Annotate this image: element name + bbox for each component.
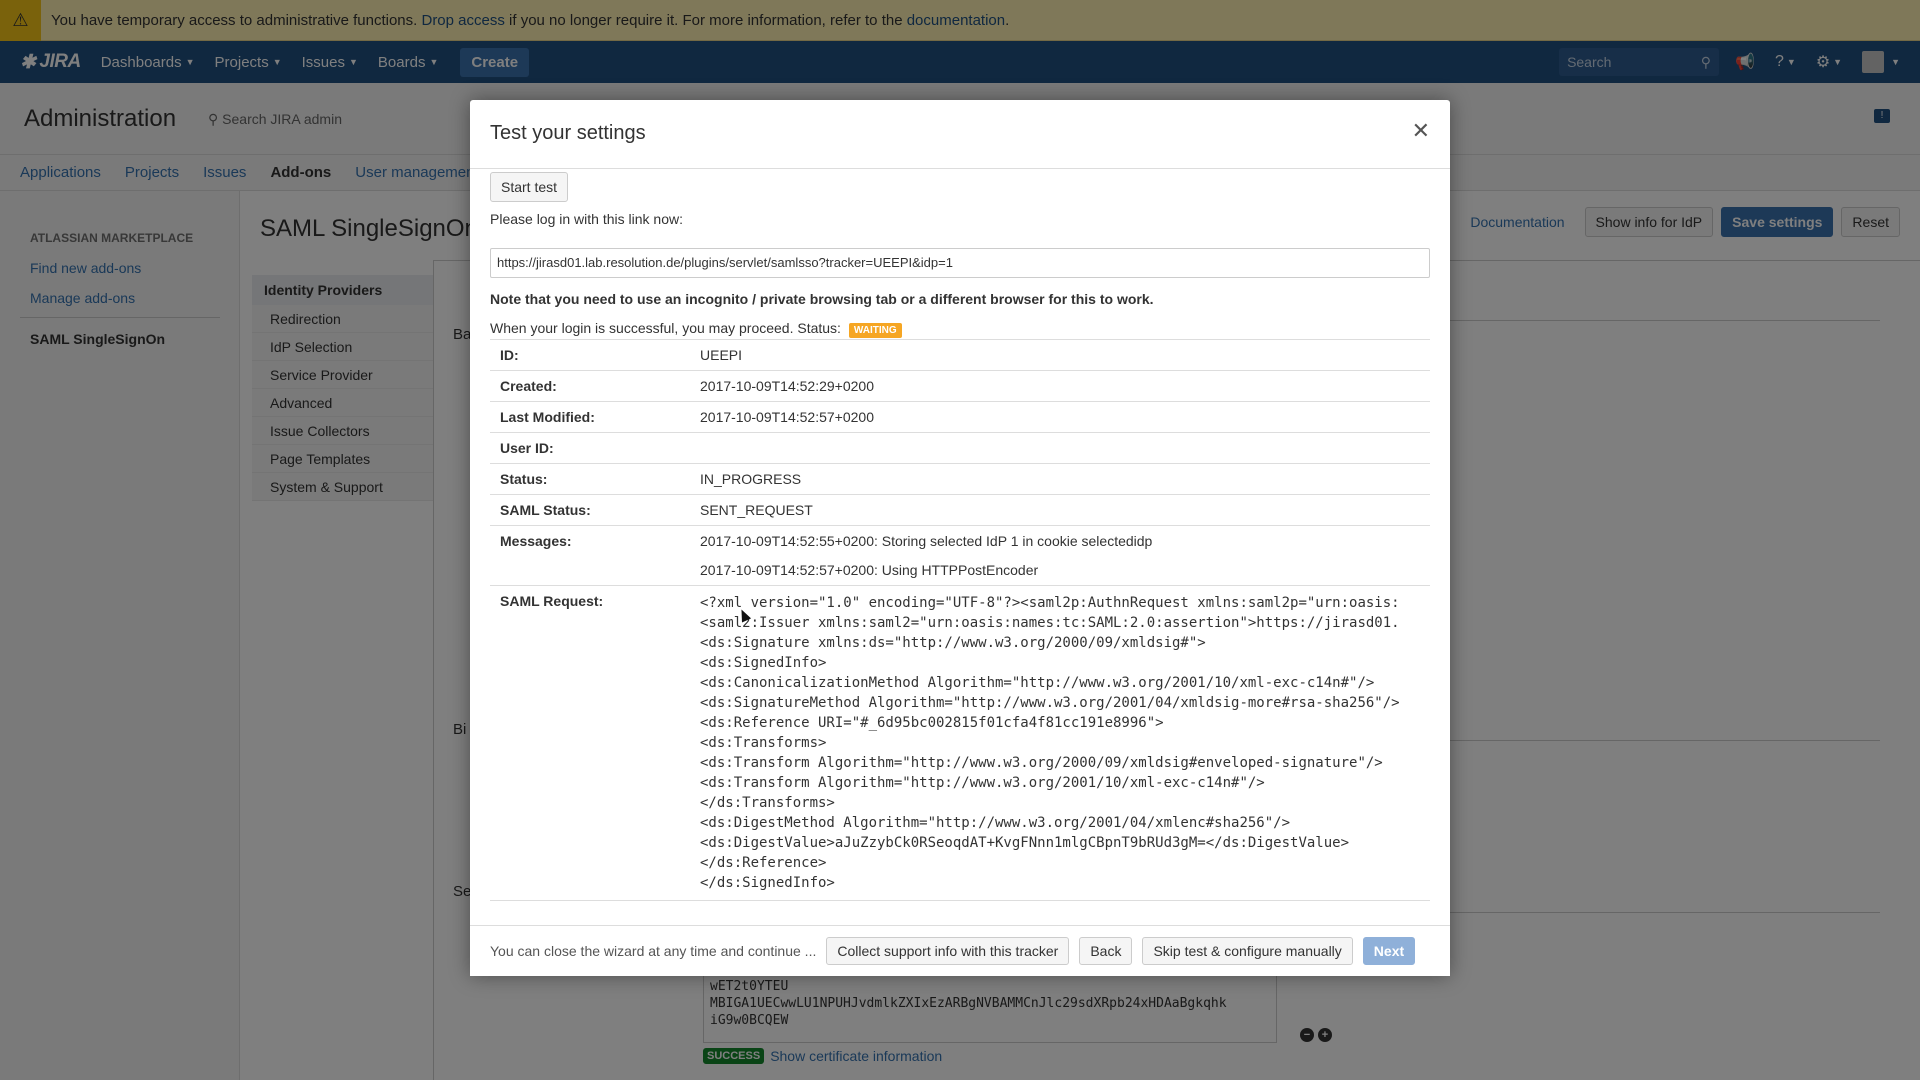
row-label: SAML Request: <box>500 593 604 609</box>
status-line: When your login is successful, you may p… <box>490 320 902 338</box>
dialog-header: Test your settings ✕ <box>470 100 1450 169</box>
xml-line: <ds:SignedInfo> <box>700 655 827 671</box>
row-label: Last Modified: <box>500 409 595 425</box>
xml-line: <ds:Transform Algorithm="http://www.w3.o… <box>700 775 1265 791</box>
row-label: User ID: <box>500 440 554 456</box>
status-badge: WAITING <box>848 323 902 338</box>
table-row: ID: UEEPI <box>490 340 1430 371</box>
xml-line: <ds:Reference URI="#_6d95bc002815f01cfa4… <box>700 715 1164 731</box>
table-row: SAML Status: SENT_REQUEST <box>490 495 1430 526</box>
table-row: User ID: <box>490 433 1430 464</box>
row-value: 2017-10-09T14:52:55+0200: Storing select… <box>700 526 1430 585</box>
xml-line: </ds:Transforms> <box>700 795 835 811</box>
table-row: Status: IN_PROGRESS <box>490 464 1430 495</box>
dialog-footer: You can close the wizard at any time and… <box>470 925 1450 976</box>
back-button[interactable]: Back <box>1079 937 1133 965</box>
xml-line: <ds:DigestMethod Algorithm="http://www.w… <box>700 815 1291 831</box>
row-label: Status: <box>500 471 548 487</box>
xml-line: <?xml version="1.0" encoding="UTF-8"?><s… <box>700 595 1400 611</box>
xml-line: <ds:CanonicalizationMethod Algorithm="ht… <box>700 675 1375 691</box>
xml-line: <saml2:Issuer xmlns:saml2="urn:oasis:nam… <box>700 615 1400 631</box>
table-row-saml-request: SAML Request: <?xml version="1.0" encodi… <box>490 586 1430 901</box>
row-label: SAML Status: <box>500 502 591 518</box>
status-line-text: When your login is successful, you may p… <box>490 320 841 336</box>
message-line: 2017-10-09T14:52:55+0200: Storing select… <box>700 533 1153 549</box>
row-value <box>700 433 1430 463</box>
xml-line: <ds:SignatureMethod Algorithm="http://ww… <box>700 695 1400 711</box>
row-value: UEEPI <box>700 347 743 363</box>
row-label: Messages: <box>500 533 572 549</box>
collect-support-info-button[interactable]: Collect support info with this tracker <box>826 937 1070 965</box>
table-row: Created: 2017-10-09T14:52:29+0200 <box>490 371 1430 402</box>
close-icon[interactable]: ✕ <box>1412 120 1430 142</box>
dialog-body: Start test Please log in with this link … <box>470 169 1450 1025</box>
row-value: 2017-10-09T14:52:29+0200 <box>700 378 874 394</box>
xml-line: <ds:Signature xmlns:ds="http://www.w3.or… <box>700 635 1206 651</box>
row-label: Created: <box>500 378 557 394</box>
message-line: 2017-10-09T14:52:57+0200: Using HTTPPost… <box>700 562 1039 578</box>
test-settings-dialog: Test your settings ✕ Start test Please l… <box>470 100 1450 976</box>
xml-line: </ds:Reference> <box>700 855 827 871</box>
xml-line: <ds:Transforms> <box>700 735 827 751</box>
login-link-field[interactable]: https://jirasd01.lab.resolution.de/plugi… <box>490 248 1430 278</box>
saml-request-xml: <?xml version="1.0" encoding="UTF-8"?><s… <box>700 586 1430 900</box>
next-button[interactable]: Next <box>1362 937 1416 965</box>
tracker-details-table: ID: UEEPI Created: 2017-10-09T14:52:29+020… <box>490 339 1430 901</box>
dialog-title: Test your settings <box>490 122 646 144</box>
table-row: Last Modified: 2017-10-09T14:52:57+0200 <box>490 402 1430 433</box>
row-value: IN_PROGRESS <box>700 471 802 487</box>
xml-line: <ds:DigestValue>aJuZzybCk0RSeoqdAT+KvgFN… <box>700 835 1350 851</box>
xml-line: <ds:Transform Algorithm="http://www.w3.o… <box>700 755 1383 771</box>
row-value: SENT_REQUEST <box>700 502 813 518</box>
skip-test-button[interactable]: Skip test & configure manually <box>1142 937 1353 965</box>
row-label: ID: <box>500 347 519 363</box>
table-row-messages: Messages: 2017-10-09T14:52:55+0200: Stor… <box>490 526 1430 586</box>
incognito-note: Note that you need to use an incognito /… <box>490 291 1154 307</box>
footer-hint: You can close the wizard at any time and… <box>490 943 817 959</box>
start-test-button[interactable]: Start test <box>490 172 569 202</box>
login-prompt: Please log in with this link now: <box>490 211 683 227</box>
row-value: 2017-10-09T14:52:57+0200 <box>700 409 874 425</box>
xml-line: </ds:SignedInfo> <box>700 875 835 891</box>
